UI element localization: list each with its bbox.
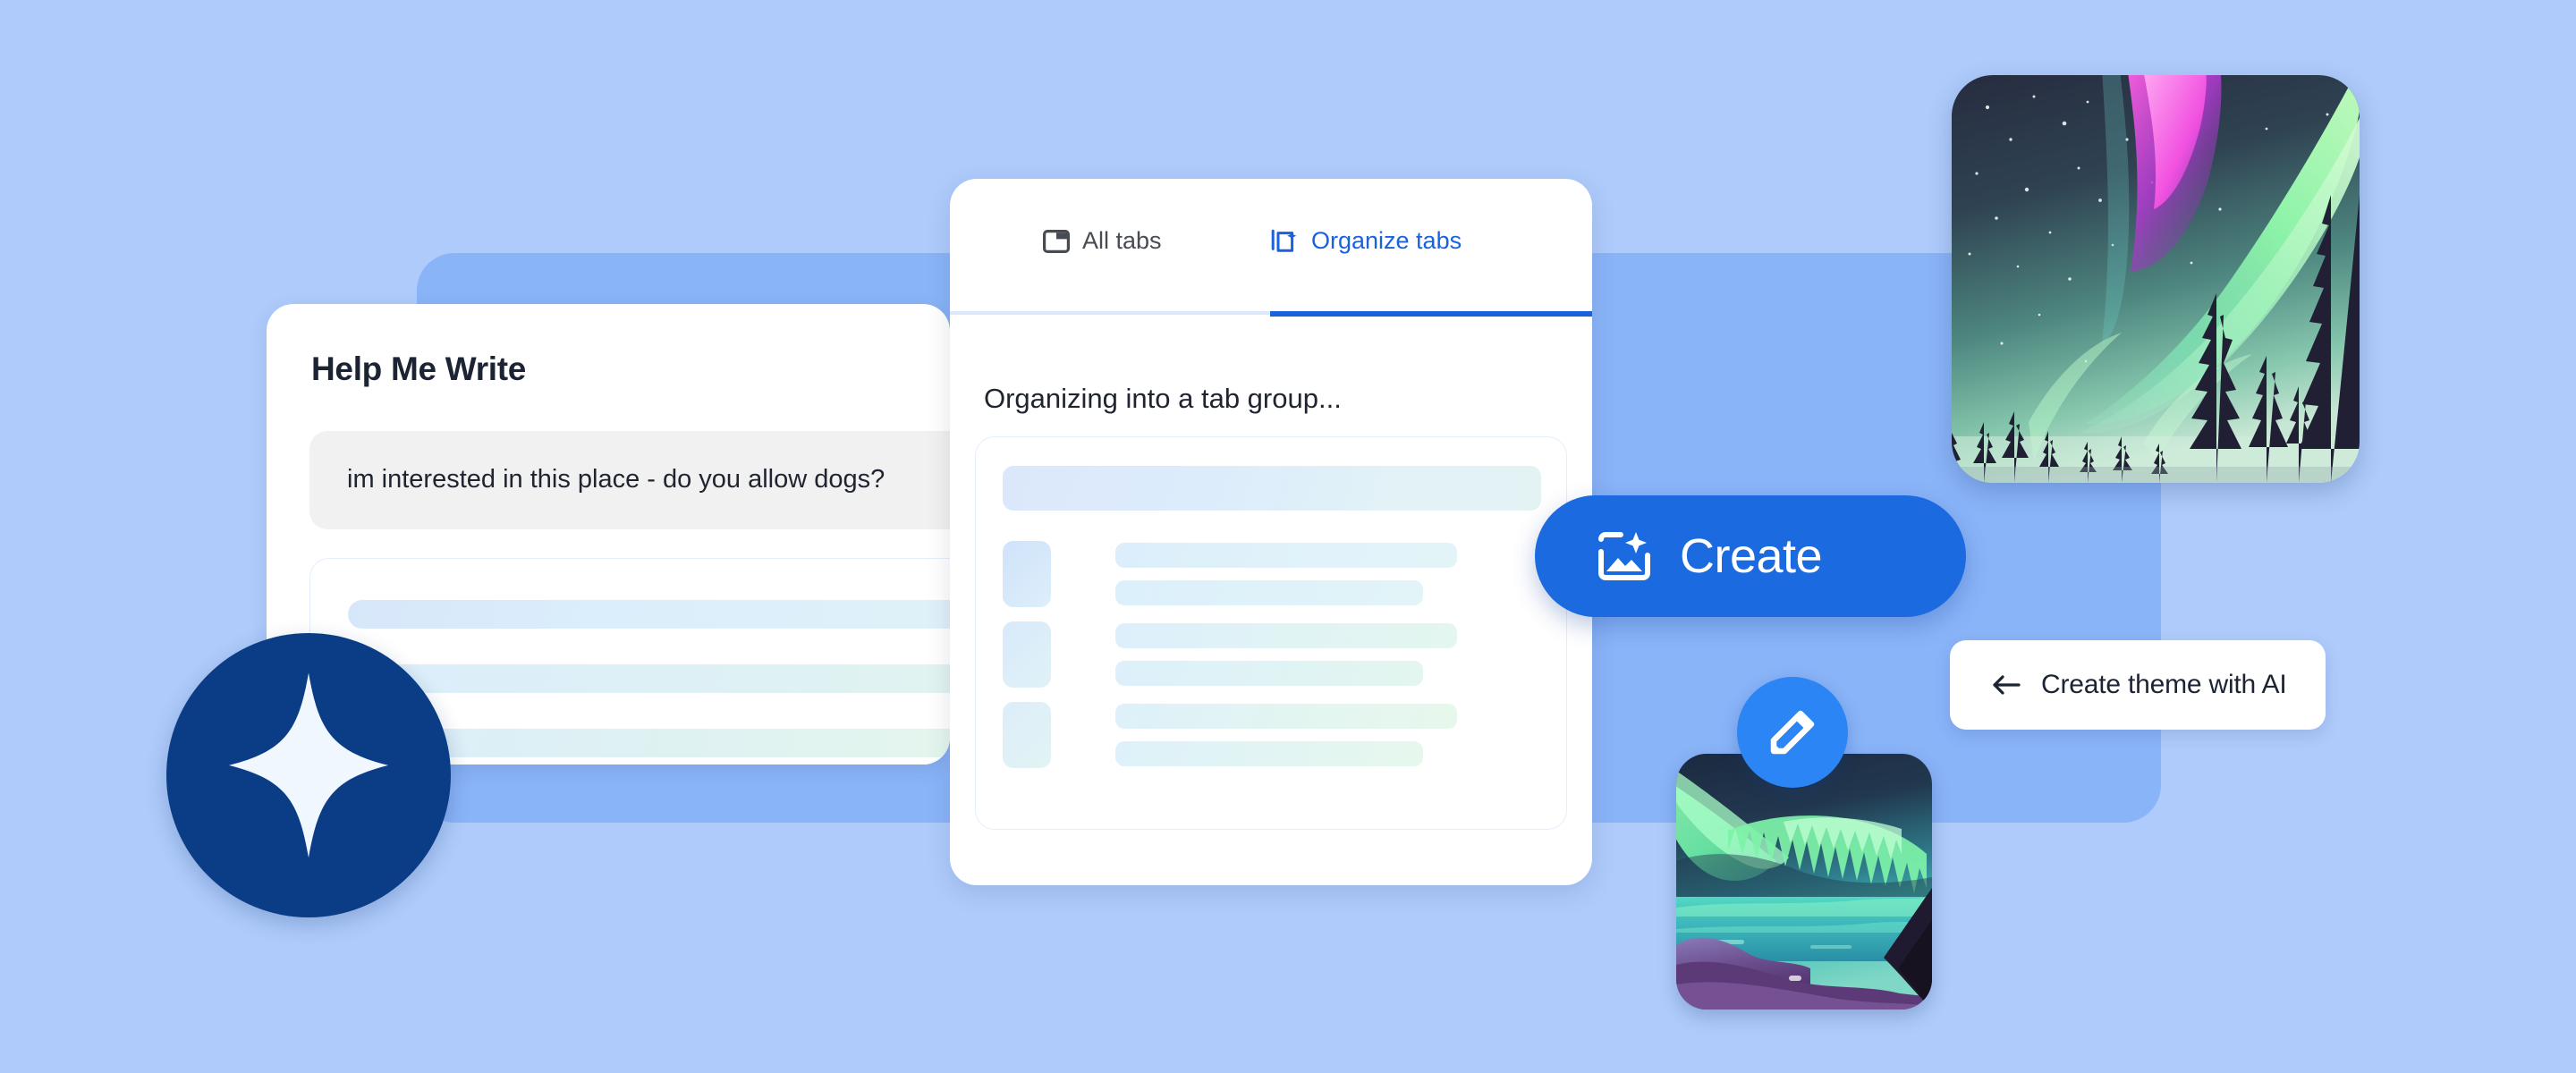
stacked-pages-sparkle-icon <box>1270 228 1299 255</box>
group-header-placeholder <box>1003 466 1541 511</box>
tab-all-tabs[interactable]: All tabs <box>1043 227 1162 255</box>
tab-url-placeholder <box>1115 741 1423 766</box>
active-tab-indicator <box>1270 311 1592 317</box>
gemini-sparkle-badge <box>166 633 451 917</box>
create-theme-with-ai-label: Create theme with AI <box>2041 670 2287 699</box>
pencil-icon <box>1763 703 1822 762</box>
tab-organize-tabs[interactable]: Organize tabs <box>1270 227 1462 255</box>
help-me-write-prompt-field[interactable]: im interested in this place - do you all… <box>309 431 950 529</box>
tab-title-placeholder <box>1115 623 1457 648</box>
edit-theme-button[interactable] <box>1737 677 1848 788</box>
help-me-write-title: Help Me Write <box>311 351 527 387</box>
tab-all-tabs-label: All tabs <box>1082 227 1162 254</box>
tab-title-placeholder <box>1115 704 1457 729</box>
four-point-star-icon <box>166 633 451 917</box>
tab-thumbnail-placeholder <box>1003 621 1051 688</box>
organize-tabs-card: All tabs Organize tabs Organizing into a… <box>950 179 1592 885</box>
create-theme-with-ai-chip[interactable]: Create theme with AI <box>1950 640 2326 730</box>
tab-url-placeholder <box>1115 580 1423 605</box>
tab-organize-tabs-label: Organize tabs <box>1311 227 1462 254</box>
tab-row <box>1003 702 1541 768</box>
image-sparkle-icon <box>1596 530 1653 582</box>
create-button-label: Create <box>1680 529 1823 583</box>
skeleton-line <box>348 600 950 629</box>
tab-title-placeholder <box>1115 543 1457 568</box>
arrow-left-icon <box>1991 673 2021 697</box>
tab-row <box>1003 541 1541 607</box>
browser-window-icon <box>1043 229 1070 253</box>
prompt-text: im interested in this place - do you all… <box>347 465 886 494</box>
tab-thumbnail-placeholder <box>1003 541 1051 607</box>
tab-thumbnail-placeholder <box>1003 702 1051 768</box>
tab-bar: All tabs Organize tabs <box>950 179 1592 317</box>
aurora-lake-theme-preview[interactable] <box>1676 754 1932 1010</box>
create-button[interactable]: Create <box>1535 495 1966 617</box>
aurora-forest-theme-preview[interactable] <box>1952 75 2360 483</box>
tab-group-preview <box>975 436 1567 830</box>
tab-url-placeholder <box>1115 661 1423 686</box>
organize-status-heading: Organizing into a tab group... <box>984 383 1342 414</box>
tab-row <box>1003 621 1541 688</box>
